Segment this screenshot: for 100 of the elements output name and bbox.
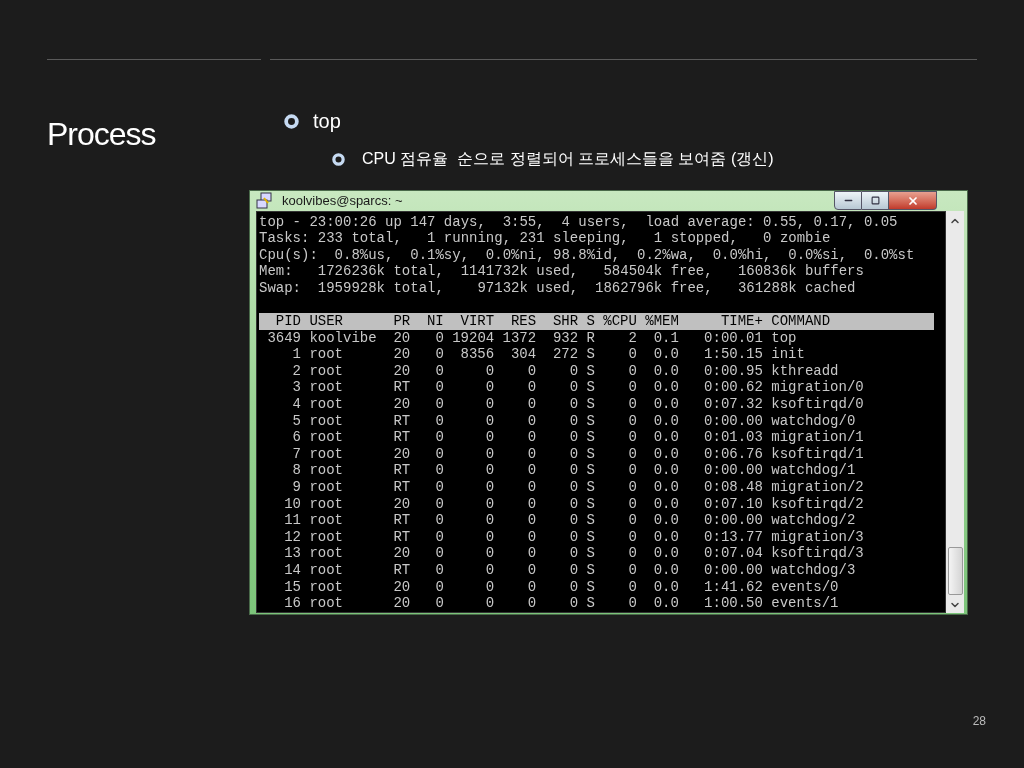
table-cell-text: watchdog/3	[771, 561, 857, 579]
table-cell-text: 0	[526, 528, 537, 546]
maximize-icon	[870, 196, 880, 205]
table-cell-text: 0	[627, 346, 637, 363]
table-cell-text: 0	[484, 561, 495, 579]
terminal-app-icon	[256, 191, 274, 210]
table-cell-text: 932	[551, 329, 579, 347]
table-cell: S	[586, 512, 595, 529]
table-cell-text: 14	[283, 561, 301, 579]
maximize-button[interactable]	[862, 191, 889, 210]
column-header: S	[586, 313, 595, 330]
column-header: NI	[425, 313, 444, 330]
table-cell-text: watchdog/0	[771, 412, 857, 430]
table-cell-text: 0	[568, 396, 579, 413]
table-cell-text: 0	[434, 528, 444, 546]
table-cell-text: 0	[627, 462, 637, 479]
table-cell-text: 20	[392, 445, 411, 463]
table-cell-text: 0	[568, 561, 579, 579]
close-button[interactable]	[889, 191, 937, 210]
table-cell-text: 20	[392, 495, 411, 513]
table-cell-text: 0	[568, 462, 579, 479]
table-cell-text: 0	[484, 578, 495, 596]
table-cell-text: 0	[484, 595, 495, 612]
table-cell-text: 15	[283, 578, 301, 596]
terminal-line: Swap: 1959928k total, 97132k used, 1862796k free, 361288k cached	[259, 279, 856, 297]
table-cell-text: 20	[392, 396, 411, 413]
table-cell-text: root	[309, 512, 344, 529]
terminal-line: top - 23:00:26 up 147 days, 3:55, 4 users, load average: 0.55, 0.17, 0.05	[259, 213, 898, 231]
table-cell-text: RT	[392, 561, 411, 579]
column-header: %CPU	[603, 313, 637, 330]
table-cell-text: 10	[283, 495, 301, 513]
table-cell-text: 16	[283, 595, 301, 612]
table-cell-text: 3	[291, 379, 301, 397]
column-header: SHR	[551, 313, 579, 330]
table-cell-text: watchdog/2	[771, 512, 857, 529]
bullet-icon	[332, 152, 345, 166]
table-cell-text: 0	[434, 429, 444, 446]
table-cell-text: 0	[434, 445, 444, 463]
table-cell-text: kthreadd	[771, 362, 840, 380]
table-cell-text: 6	[291, 429, 301, 446]
table-cell-text: root	[309, 379, 344, 397]
table-cell-text: 0	[568, 495, 579, 513]
table-cell-text: 0	[526, 512, 537, 529]
table-cell-text: 0.0	[652, 479, 679, 496]
table-cell-text: migration/3	[771, 528, 865, 546]
table-cell-text: 0	[568, 545, 579, 562]
table-cell-text: 0	[568, 379, 579, 397]
table-cell-text: 0	[434, 545, 444, 562]
table-cell-text: ksoftirqd/0	[771, 396, 865, 413]
table-cell-text: 0	[627, 412, 637, 430]
table-cell-text: 0.0	[652, 578, 679, 596]
table-cell-text: 0	[526, 462, 537, 479]
table-cell-text: 0	[568, 429, 579, 446]
table-cell-text: 0:07.32	[703, 396, 763, 413]
table-cell-text: 0	[484, 362, 495, 380]
table-cell-text: 0:00.01	[703, 329, 763, 347]
table-cell-text: 0	[568, 412, 579, 430]
table-cell-text: 0	[434, 346, 444, 363]
table-cell-text: root	[309, 429, 344, 446]
table-cell-text: 0	[627, 545, 637, 562]
window-title: koolvibes@sparcs: ~	[282, 192, 403, 210]
table-cell-text: root	[309, 528, 344, 546]
table-cell-text: 1:41.62	[703, 578, 763, 596]
table-cell-text: 7	[291, 445, 301, 463]
table-cell-text: 0	[484, 495, 495, 513]
table-cell-text: 0	[484, 379, 495, 397]
table-cell: S	[586, 445, 595, 463]
table-cell-text: 0	[568, 445, 579, 463]
table-cell-text: 20	[392, 346, 411, 363]
table-cell-text: root	[309, 595, 344, 612]
table-cell-text: root	[309, 479, 344, 496]
table-cell-text: 0	[434, 329, 444, 347]
table-cell-text: 0	[434, 578, 444, 596]
table-cell-text: 0	[627, 396, 637, 413]
table-cell-text: 0	[434, 479, 444, 496]
table-cell-text: 0:07.04	[703, 545, 763, 562]
table-cell: 19204	[452, 329, 495, 347]
table-cell: S	[586, 495, 595, 513]
table-cell-text: 0.0	[652, 346, 679, 363]
scrollbar[interactable]	[946, 210, 964, 613]
table-cell-text: 0.0	[652, 462, 679, 479]
table-cell-text: 0:13.77	[703, 528, 763, 546]
table-cell-text: 1:00.50	[703, 595, 763, 612]
scrollbar-thumb[interactable]	[947, 546, 963, 595]
table-cell-text: 0	[526, 561, 537, 579]
table-cell-text: 0	[434, 412, 444, 430]
table-cell: S	[586, 595, 595, 612]
column-header: RES	[509, 313, 537, 330]
table-cell-text: 0	[627, 578, 637, 596]
minimize-button[interactable]	[834, 191, 862, 210]
table-cell: S	[586, 578, 595, 596]
terminal-line: Tasks: 233 total, 1 running, 231 sleeping, 1 stopped, 0 zombie	[259, 230, 831, 247]
table-cell-text: RT	[392, 479, 411, 496]
table-cell-text: 0:00.00	[703, 512, 763, 529]
table-cell-text: 0	[526, 445, 537, 463]
table-cell: S	[586, 528, 595, 546]
table-cell-text: 0	[434, 561, 444, 579]
table-cell-text: 0.0	[652, 512, 679, 529]
table-cell-text: 0.0	[652, 528, 679, 546]
table-cell-text: 0	[434, 462, 444, 479]
